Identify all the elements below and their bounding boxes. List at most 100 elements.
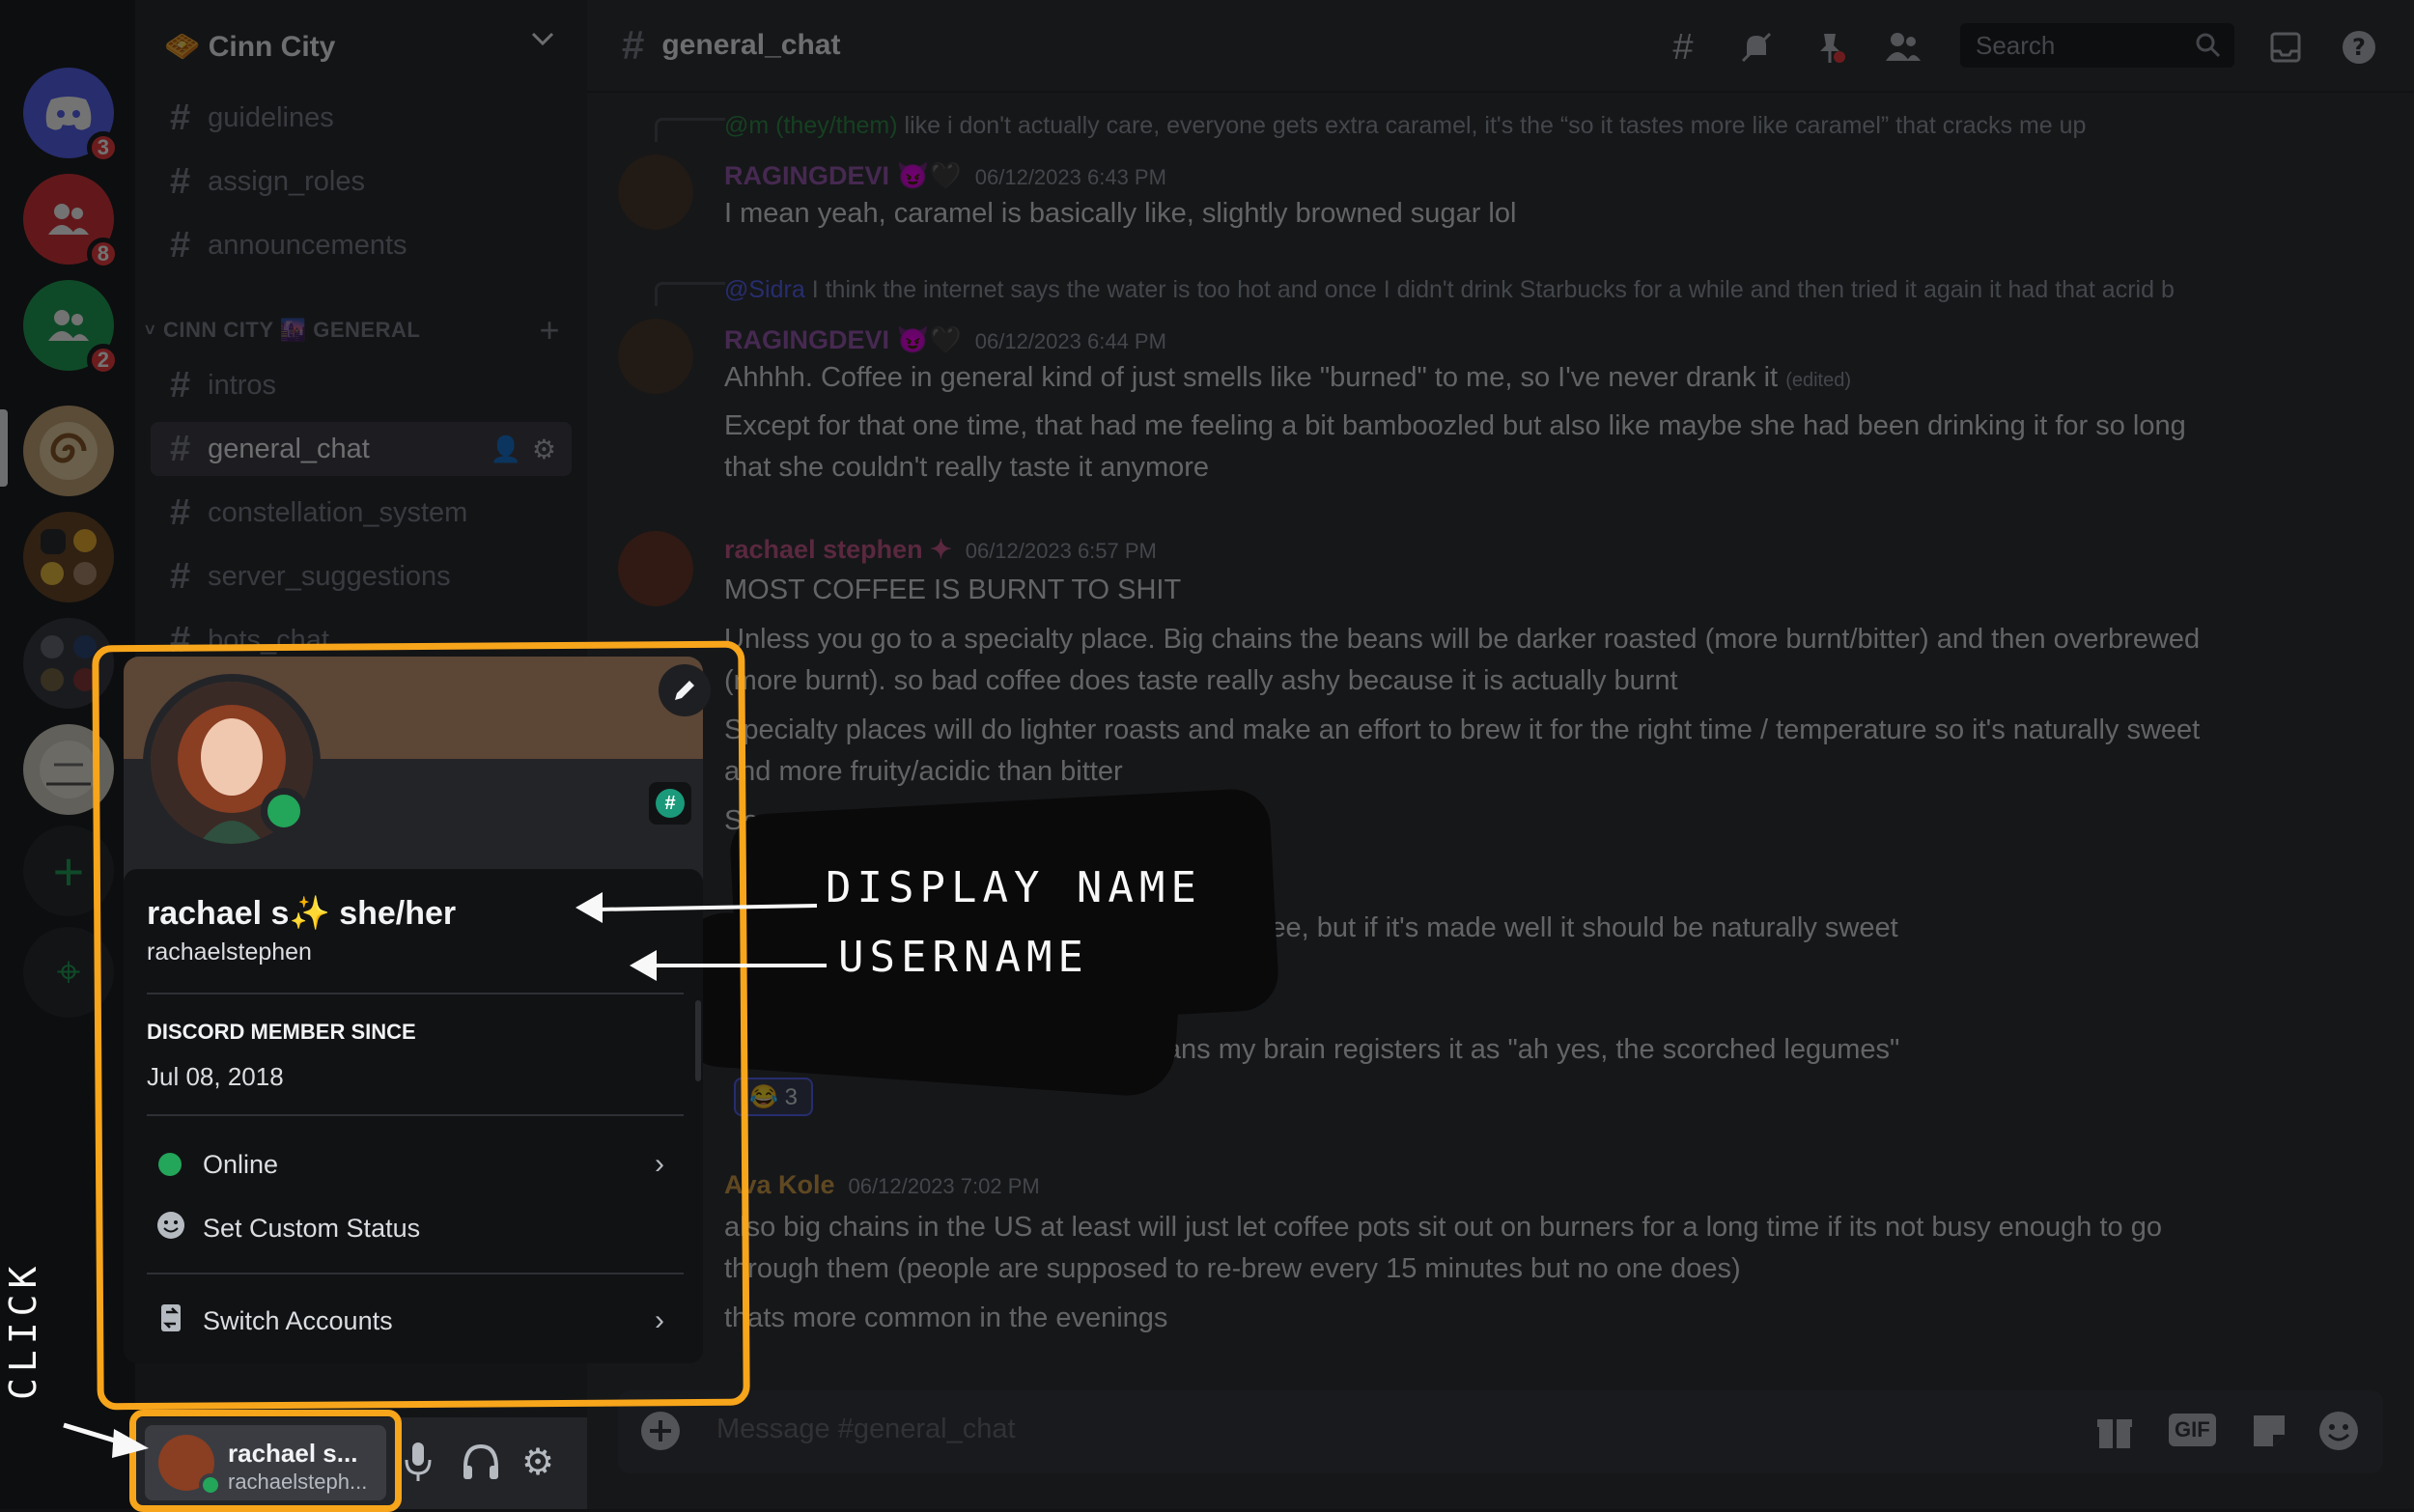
channel-label: assign_roles bbox=[208, 165, 365, 197]
timestamp: 06/12/2023 6:57 PM bbox=[965, 539, 1157, 563]
message-input[interactable]: Message #general_chat bbox=[716, 1414, 1016, 1445]
shop-server-icon[interactable] bbox=[23, 724, 114, 815]
message-author[interactable]: RAGINGDEVI 😈🖤 06/12/2023 6:44 PM bbox=[724, 324, 1166, 355]
reaction-button[interactable]: 😂 3 bbox=[734, 1078, 813, 1116]
channel-intros[interactable]: # intros bbox=[151, 358, 572, 412]
channel-assign-roles[interactable]: # assign_roles bbox=[151, 154, 572, 209]
hash-icon: # bbox=[622, 22, 645, 68]
scrollbar[interactable] bbox=[695, 1000, 701, 1081]
search-placeholder: Search bbox=[1976, 30, 2056, 60]
channel-constellation-system[interactable]: # constellation_system bbox=[151, 486, 572, 540]
message-line: MOST COFFEE IS BURNT TO SHIT bbox=[724, 574, 1182, 605]
add-channel-icon[interactable]: + bbox=[539, 310, 560, 350]
reply-user: @m (they/them) bbox=[724, 112, 898, 139]
status-menu-item[interactable]: Online › bbox=[147, 1137, 684, 1191]
profile-popout: # rachael s✨ she/her rachaelstephen DISC… bbox=[124, 657, 711, 1363]
sticker-icon[interactable] bbox=[2248, 1410, 2290, 1457]
threads-icon[interactable]: # bbox=[1661, 25, 1705, 70]
gift-icon[interactable] bbox=[2093, 1410, 2136, 1457]
member-since-label: DISCORD MEMBER SINCE bbox=[147, 1020, 416, 1044]
group-dm-icon[interactable]: 2 bbox=[23, 280, 120, 377]
channel-label: general_chat bbox=[208, 433, 370, 464]
avatar[interactable] bbox=[618, 319, 693, 394]
user-account-button[interactable]: rachael s... rachaelsteph... bbox=[145, 1425, 386, 1500]
reply-text: I think the internet says the water is t… bbox=[811, 276, 2175, 303]
hash-icon: # bbox=[170, 224, 191, 266]
member-list-icon[interactable] bbox=[1881, 25, 1925, 70]
channel-label: announcements bbox=[208, 229, 407, 261]
username: rachaelstephen bbox=[147, 938, 312, 966]
mute-bell-icon[interactable] bbox=[1734, 25, 1779, 70]
hash-icon: # bbox=[170, 428, 191, 469]
channel-label: intros bbox=[208, 369, 277, 401]
reply-preview[interactable]: @Sidra I think the internet says the wat… bbox=[724, 276, 2366, 304]
message-author[interactable]: Ava Kole 06/12/2023 7:02 PM bbox=[724, 1170, 1040, 1200]
gif-button[interactable]: GIF bbox=[2169, 1414, 2216, 1446]
discord-home-icon[interactable]: 3 bbox=[23, 68, 120, 164]
channel-announcements[interactable]: # announcements bbox=[151, 218, 572, 272]
annotation-username: USERNAME bbox=[838, 933, 1089, 982]
gear-icon[interactable]: ⚙ bbox=[521, 1444, 554, 1481]
pencil-icon bbox=[675, 681, 694, 700]
message-line: and more fruity/acidic than bitter bbox=[724, 756, 1123, 787]
avatar[interactable] bbox=[618, 531, 693, 606]
add-attachment-icon[interactable] bbox=[639, 1410, 682, 1457]
channel-label: bots_chat bbox=[208, 624, 329, 656]
message-text: Ahhhh. Coffee in general kind of just sm… bbox=[724, 362, 1779, 393]
divider bbox=[147, 1273, 684, 1274]
online-status-dot bbox=[199, 1473, 222, 1497]
message-composer[interactable]: Message #general_chat GIF bbox=[618, 1390, 2383, 1473]
invite-icon[interactable]: 👤 bbox=[491, 434, 521, 464]
cinn-city-server-icon[interactable] bbox=[23, 406, 114, 496]
message-line: Specialty places will do lighter roasts … bbox=[724, 714, 2201, 745]
edited-label: (edited) bbox=[1785, 370, 1851, 391]
switch-accounts-icon bbox=[158, 1302, 183, 1340]
group-dm-badge: 2 bbox=[86, 344, 120, 377]
server-header[interactable]: 🧇 Cinn City bbox=[135, 0, 587, 93]
channel-server-suggestions[interactable]: # server_suggestions bbox=[151, 549, 572, 603]
hash-badge-icon: # bbox=[656, 789, 685, 818]
inbox-icon[interactable] bbox=[2263, 25, 2308, 70]
category-cinn-city-general[interactable]: ˅ CINN CITY 🌆 GENERAL + bbox=[145, 309, 570, 351]
crit-server-icon[interactable] bbox=[23, 512, 114, 602]
channel-general-chat[interactable]: # general_chat 👤 ⚙ bbox=[151, 422, 572, 476]
message-author[interactable]: RAGINGDEVI 😈🖤 06/12/2023 6:43 PM bbox=[724, 160, 1166, 191]
switch-accounts-label: Switch Accounts bbox=[203, 1305, 393, 1335]
annotation-arrow bbox=[653, 964, 827, 967]
gear-icon[interactable]: ⚙ bbox=[532, 434, 556, 465]
edit-profile-button[interactable] bbox=[659, 664, 711, 716]
status-label: Online bbox=[203, 1149, 279, 1179]
emoji-icon[interactable] bbox=[2317, 1410, 2360, 1457]
channel-guidelines[interactable]: # guidelines bbox=[151, 91, 572, 145]
switch-accounts-menu-item[interactable]: Switch Accounts › bbox=[147, 1294, 684, 1348]
custom-status-menu-item[interactable]: Set Custom Status bbox=[147, 1201, 684, 1255]
server-folder-icon[interactable] bbox=[23, 618, 114, 709]
explore-servers-icon[interactable]: ⌖ bbox=[23, 927, 114, 1018]
avatar[interactable] bbox=[618, 154, 693, 230]
author-name: rachael stephen ✦ bbox=[724, 535, 952, 564]
reply-preview[interactable]: @m (they/them) like i don't actually car… bbox=[724, 112, 2366, 140]
nitro-badge[interactable]: # bbox=[649, 782, 691, 825]
pin-icon[interactable] bbox=[1808, 25, 1852, 70]
category-label: CINN CITY 🌆 GENERAL bbox=[163, 318, 421, 342]
annotation-click: CLICK bbox=[2, 1260, 44, 1400]
profile-body: rachael s✨ she/her rachaelstephen DISCOR… bbox=[124, 869, 703, 1363]
chevron-right-icon: › bbox=[655, 1304, 664, 1336]
server-name: 🧇 Cinn City bbox=[164, 30, 336, 63]
annotation-click-arrow bbox=[60, 1415, 156, 1469]
channel-label: guidelines bbox=[208, 101, 334, 133]
microphone-icon[interactable] bbox=[404, 1441, 433, 1488]
reply-text: like i don't actually care, everyone get… bbox=[904, 112, 2087, 139]
add-server-icon[interactable]: + bbox=[23, 826, 114, 916]
message-line: Except for that one time, that had me fe… bbox=[724, 410, 2186, 441]
hash-icon: # bbox=[170, 97, 191, 138]
help-icon[interactable]: ? bbox=[2337, 25, 2381, 70]
user-username: rachaelsteph... bbox=[228, 1470, 368, 1494]
search-input[interactable]: Search bbox=[1960, 23, 2234, 68]
headphones-icon[interactable] bbox=[462, 1442, 500, 1486]
user-display-name: rachael s... bbox=[228, 1439, 358, 1468]
group-dm-icon[interactable]: 8 bbox=[23, 174, 120, 270]
channel-label: constellation_system bbox=[208, 496, 468, 528]
message-author[interactable]: rachael stephen ✦ 06/12/2023 6:57 PM bbox=[724, 535, 1157, 565]
reply-connector bbox=[655, 282, 725, 306]
